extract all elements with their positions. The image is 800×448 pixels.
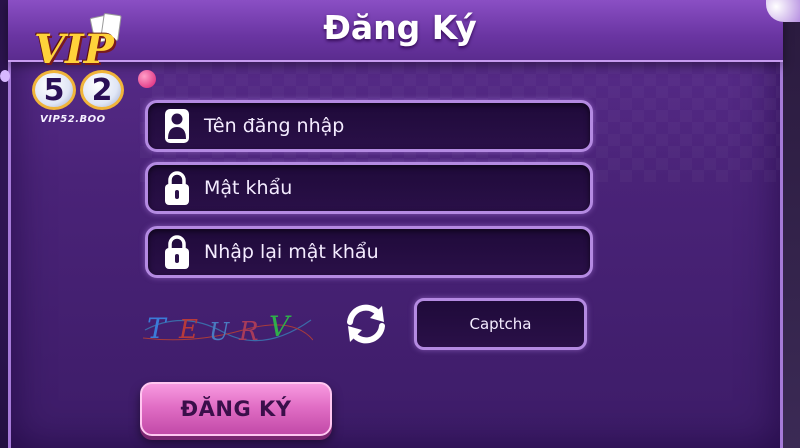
logo-brand: VIP (34, 26, 114, 73)
captcha-placeholder: Captcha (469, 315, 532, 333)
register-button-label: ĐĂNG KÝ (180, 397, 292, 421)
captcha-letter: U (209, 318, 230, 346)
lock-icon (160, 232, 194, 272)
captcha-input[interactable]: Captcha (414, 298, 587, 350)
logo-domain: VIP52.BOO (40, 114, 106, 125)
background-strip (783, 0, 800, 448)
captcha-letter: V (269, 310, 292, 343)
user-icon (160, 106, 194, 146)
captcha-letter: R (238, 317, 259, 347)
logo-number-right: 2 (80, 70, 124, 110)
password-placeholder: Mật khẩu (204, 177, 293, 199)
logo-number: 5 2 (32, 70, 132, 110)
confirm-password-field[interactable]: Nhập lại mật khẩu (145, 226, 593, 278)
refresh-captcha-button[interactable] (342, 300, 390, 348)
vip52-logo: VIP 5 2 VIP52.BOO (26, 12, 156, 125)
logo-number-left: 5 (32, 70, 76, 110)
register-button[interactable]: ĐĂNG KÝ (140, 382, 332, 436)
refresh-icon (347, 304, 385, 344)
password-field[interactable]: Mật khẩu (145, 162, 593, 214)
username-field[interactable]: Tên đăng nhập (145, 100, 593, 152)
captcha-letter: T (147, 312, 168, 345)
lock-icon (160, 168, 194, 208)
decorative-orb-left (0, 70, 10, 82)
captcha-letter: E (178, 315, 198, 345)
confirm-password-placeholder: Nhập lại mật khẩu (204, 241, 379, 263)
captcha-image: T E U R V (142, 300, 314, 352)
logo-ball-icon (138, 70, 156, 88)
username-placeholder: Tên đăng nhập (204, 115, 345, 137)
